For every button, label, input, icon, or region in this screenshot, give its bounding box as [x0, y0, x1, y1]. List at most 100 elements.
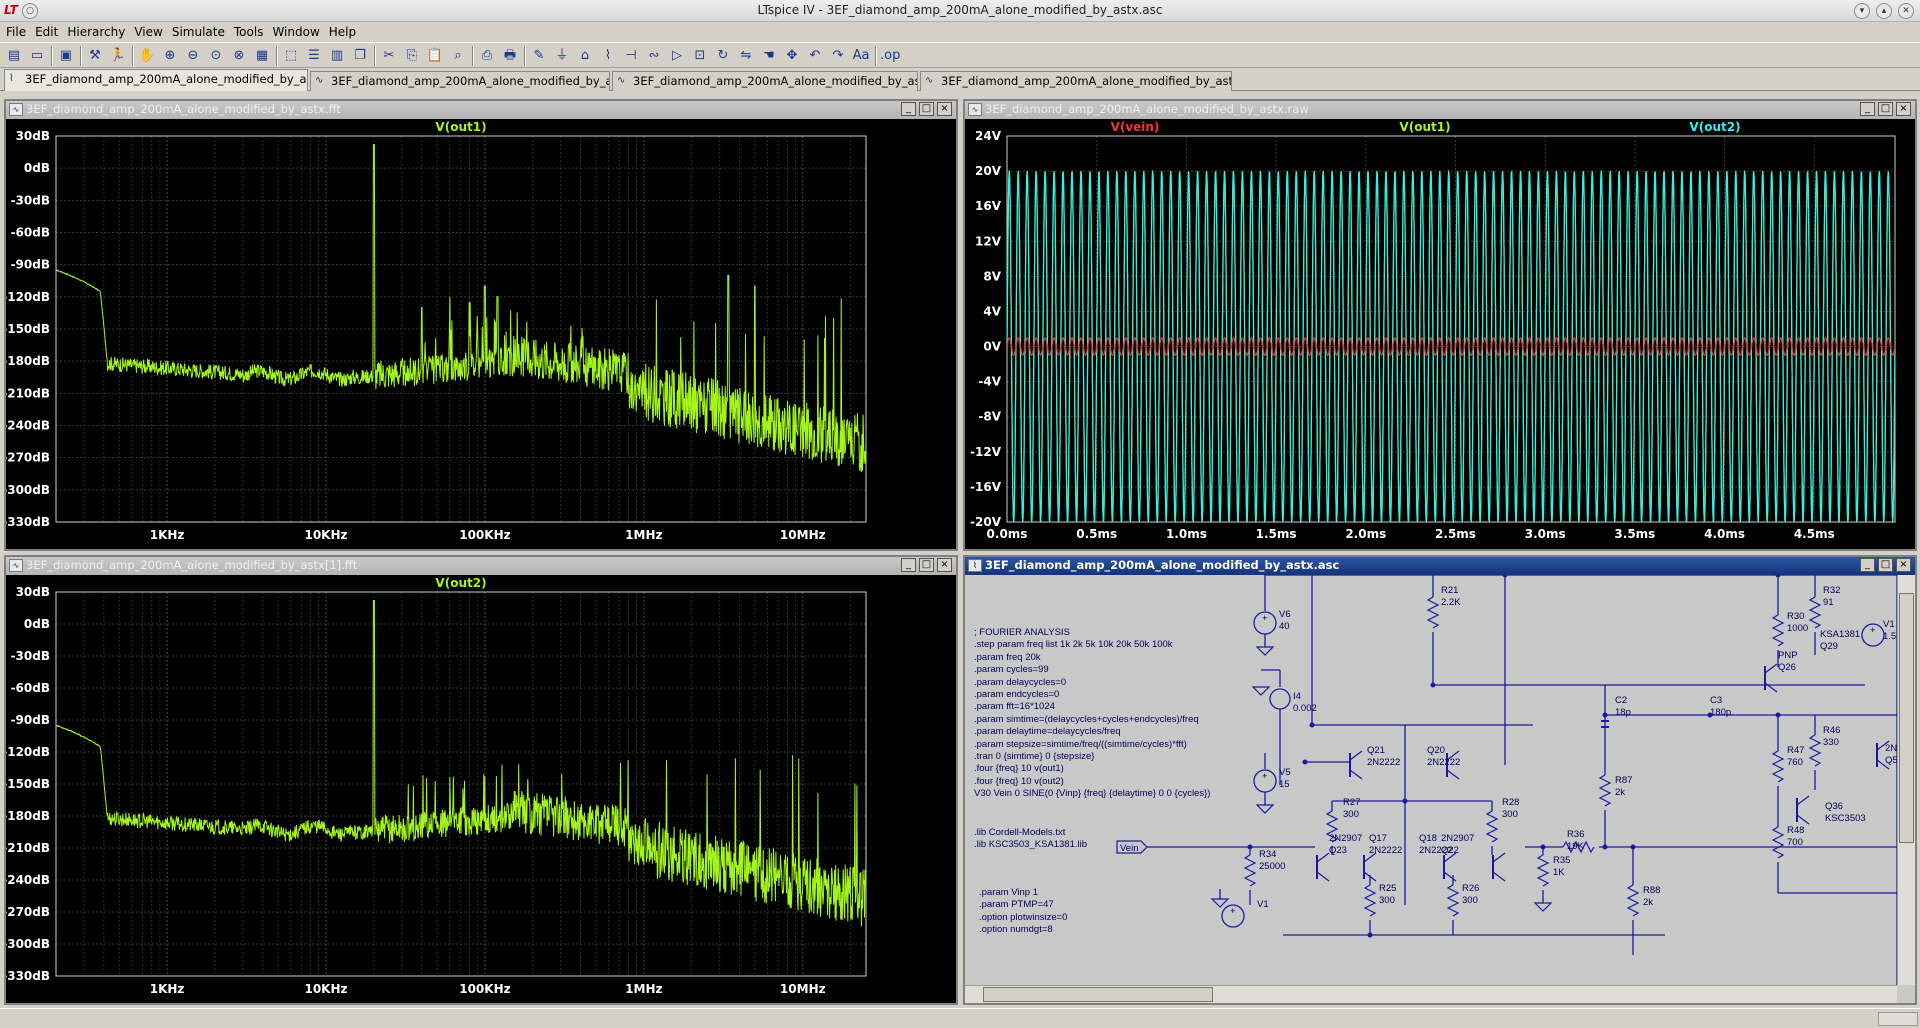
tab-raw[interactable]: ∿ 3EF_diamond_amp_200mA_alone_modified_by…: [612, 71, 918, 91]
control-panel-icon[interactable]: ⚒: [85, 46, 105, 66]
maximize-pane-button[interactable]: □: [1878, 558, 1893, 572]
menu-tools[interactable]: Tools: [228, 22, 267, 39]
component-value: 300: [1343, 809, 1359, 820]
minimize-pane-button[interactable]: _: [1860, 102, 1875, 116]
close-pane-button[interactable]: ×: [1896, 102, 1911, 116]
x-tick-label: 10MHz: [780, 982, 826, 996]
halt-icon[interactable]: ✋: [137, 46, 157, 66]
y-tick-label: -30dB: [11, 649, 50, 663]
component-icon[interactable]: ⊡: [690, 46, 710, 66]
mirror-icon[interactable]: ⇋: [736, 46, 756, 66]
waveform-icon: ∿: [925, 75, 934, 86]
maximize-pane-button[interactable]: □: [919, 102, 934, 116]
maximize-button[interactable]: ▴: [1876, 3, 1892, 19]
save-icon[interactable]: ▣: [56, 46, 76, 66]
copy-icon[interactable]: ⎘: [402, 46, 422, 66]
y-tick-label: -180dB: [6, 809, 50, 823]
menu-view[interactable]: View: [128, 22, 165, 39]
component-name: 2N2907: [1329, 833, 1362, 844]
run-icon[interactable]: 🏃: [108, 46, 128, 66]
tab-fft1[interactable]: ∿ 3EF_diamond_amp_200mA_alone_modified_by…: [310, 71, 610, 91]
close-pane-button[interactable]: ×: [937, 558, 952, 572]
resistor-icon[interactable]: ⌇: [598, 46, 618, 66]
zoom-cancel-icon[interactable]: ⊗: [229, 46, 249, 66]
cascade-icon[interactable]: ❐: [350, 46, 370, 66]
menu-help[interactable]: Help: [323, 22, 359, 39]
text-icon[interactable]: Aa: [851, 46, 871, 66]
waveform-window-icon: ∿: [968, 103, 982, 116]
schematic-window-icon: ⌇: [968, 559, 982, 572]
pan-icon[interactable]: ⬚: [281, 46, 301, 66]
autorange-icon[interactable]: ▦: [252, 46, 272, 66]
capacitor-icon[interactable]: ⊣: [621, 46, 641, 66]
minimize-pane-button[interactable]: _: [901, 558, 916, 572]
y-tick-label: -150dB: [6, 322, 50, 336]
move-icon[interactable]: ✥: [782, 46, 802, 66]
tab-fft2[interactable]: ∿ 3EF_diamond_amp_200mA_alone_modified_by…: [920, 71, 1232, 91]
rotate-icon[interactable]: ↻: [713, 46, 733, 66]
scroll-thumb[interactable]: [1899, 593, 1914, 843]
drag-icon[interactable]: ☚: [759, 46, 779, 66]
scroll-thumb[interactable]: [983, 987, 1213, 1002]
fft2-plot-window[interactable]: ∿ 3EF_diamond_amp_200mA_alone_modified_b…: [4, 555, 958, 1005]
spice-directive-icon[interactable]: .op: [880, 46, 900, 66]
zoom-in-icon[interactable]: ⊕: [160, 46, 180, 66]
plus-sign: +: [1262, 771, 1268, 782]
diode-icon[interactable]: ▷: [667, 46, 687, 66]
menu-file[interactable]: File: [0, 22, 29, 39]
menu-simulate[interactable]: Simulate: [166, 22, 228, 39]
cut-icon[interactable]: ✂: [379, 46, 399, 66]
zoom-out-icon[interactable]: ⊖: [183, 46, 203, 66]
raw-plot-area[interactable]: 24V20V16V12V8V4V0V-4V-8V-12V-16V-20V0.0m…: [965, 119, 1915, 549]
close-pane-button[interactable]: ×: [1896, 558, 1911, 572]
q36-transistor-emitter: [1796, 814, 1810, 825]
waveform-icon: ∿: [315, 75, 324, 86]
redo-icon[interactable]: ↷: [828, 46, 848, 66]
minimize-pane-button[interactable]: _: [901, 102, 916, 116]
y-tick-label: 16V: [975, 199, 1002, 213]
close-pane-button[interactable]: ×: [937, 102, 952, 116]
menu-hierarchy[interactable]: Hierarchy: [61, 22, 128, 39]
schematic-vertical-scrollbar[interactable]: [1897, 575, 1915, 985]
raw-plot-window[interactable]: ∿ 3EF_diamond_amp_200mA_alone_modified_b…: [963, 99, 1917, 551]
toolbar-separator: [472, 46, 474, 66]
component-name: R32: [1823, 585, 1840, 596]
plus-sign: +: [1230, 906, 1236, 917]
fft1-plot-window[interactable]: ∿ 3EF_diamond_amp_200mA_alone_modified_b…: [4, 99, 958, 551]
draw-wire-icon[interactable]: ✎: [529, 46, 549, 66]
schematic-drawing[interactable]: + V640I40.002+ V515+V1+V11.5R212.2KR301000…: [965, 575, 1897, 985]
maximize-pane-button[interactable]: □: [1878, 102, 1893, 116]
minimize-pane-button[interactable]: _: [1860, 558, 1875, 572]
tile-horizontal-icon[interactable]: ☰: [304, 46, 324, 66]
maximize-pane-button[interactable]: □: [919, 558, 934, 572]
waveform-window-icon: ∿: [9, 559, 23, 572]
resistor-symbol: [1426, 596, 1440, 629]
menu-edit[interactable]: Edit: [29, 22, 61, 39]
document-tabs: ⌇ 3EF_diamond_amp_200mA_alone_modified_by…: [0, 69, 1920, 91]
ground-icon[interactable]: ⏚: [552, 46, 572, 66]
schematic-window[interactable]: ⌇ 3EF_diamond_amp_200mA_alone_modified_b…: [963, 555, 1917, 1005]
print-setup-icon[interactable]: ⎙: [477, 46, 497, 66]
schematic-canvas[interactable]: ; FOURIER ANALYSIS .step param freq list …: [965, 575, 1897, 985]
close-button[interactable]: ✕: [1898, 3, 1914, 19]
print-icon[interactable]: 🖶: [500, 46, 520, 66]
resistor-symbol: [1808, 734, 1822, 767]
component-value: 19K: [1567, 841, 1585, 852]
zoom-fit-icon[interactable]: ⊙: [206, 46, 226, 66]
label-net-icon[interactable]: ⌂: [575, 46, 595, 66]
new-schematic-icon[interactable]: ▤: [4, 46, 24, 66]
open-icon[interactable]: ▭: [27, 46, 47, 66]
raw-window-title: 3EF_diamond_amp_200mA_alone_modified_by_…: [985, 102, 1309, 116]
fft1-plot-area[interactable]: 30dB 0dB -30dB -60dB -90dB -120dB -150dB -180dB…: [6, 119, 956, 549]
tab-schematic[interactable]: ⌇ 3EF_diamond_amp_200mA_alone_modified_by…: [4, 69, 308, 91]
schematic-horizontal-scrollbar[interactable]: [965, 985, 1897, 1003]
tile-vertical-icon[interactable]: ▥: [327, 46, 347, 66]
paste-icon[interactable]: 📋: [425, 46, 445, 66]
inductor-icon[interactable]: ∾: [644, 46, 664, 66]
find-icon[interactable]: ⌕: [448, 46, 468, 66]
menu-window[interactable]: Window: [266, 22, 322, 39]
component-name: R28: [1502, 797, 1519, 808]
fft2-plot-area[interactable]: 30dB 0dB -30dB -60dB -90dB -120dB -150dB -180dB…: [6, 575, 956, 1003]
minimize-button[interactable]: ▾: [1854, 3, 1870, 19]
undo-icon[interactable]: ↶: [805, 46, 825, 66]
